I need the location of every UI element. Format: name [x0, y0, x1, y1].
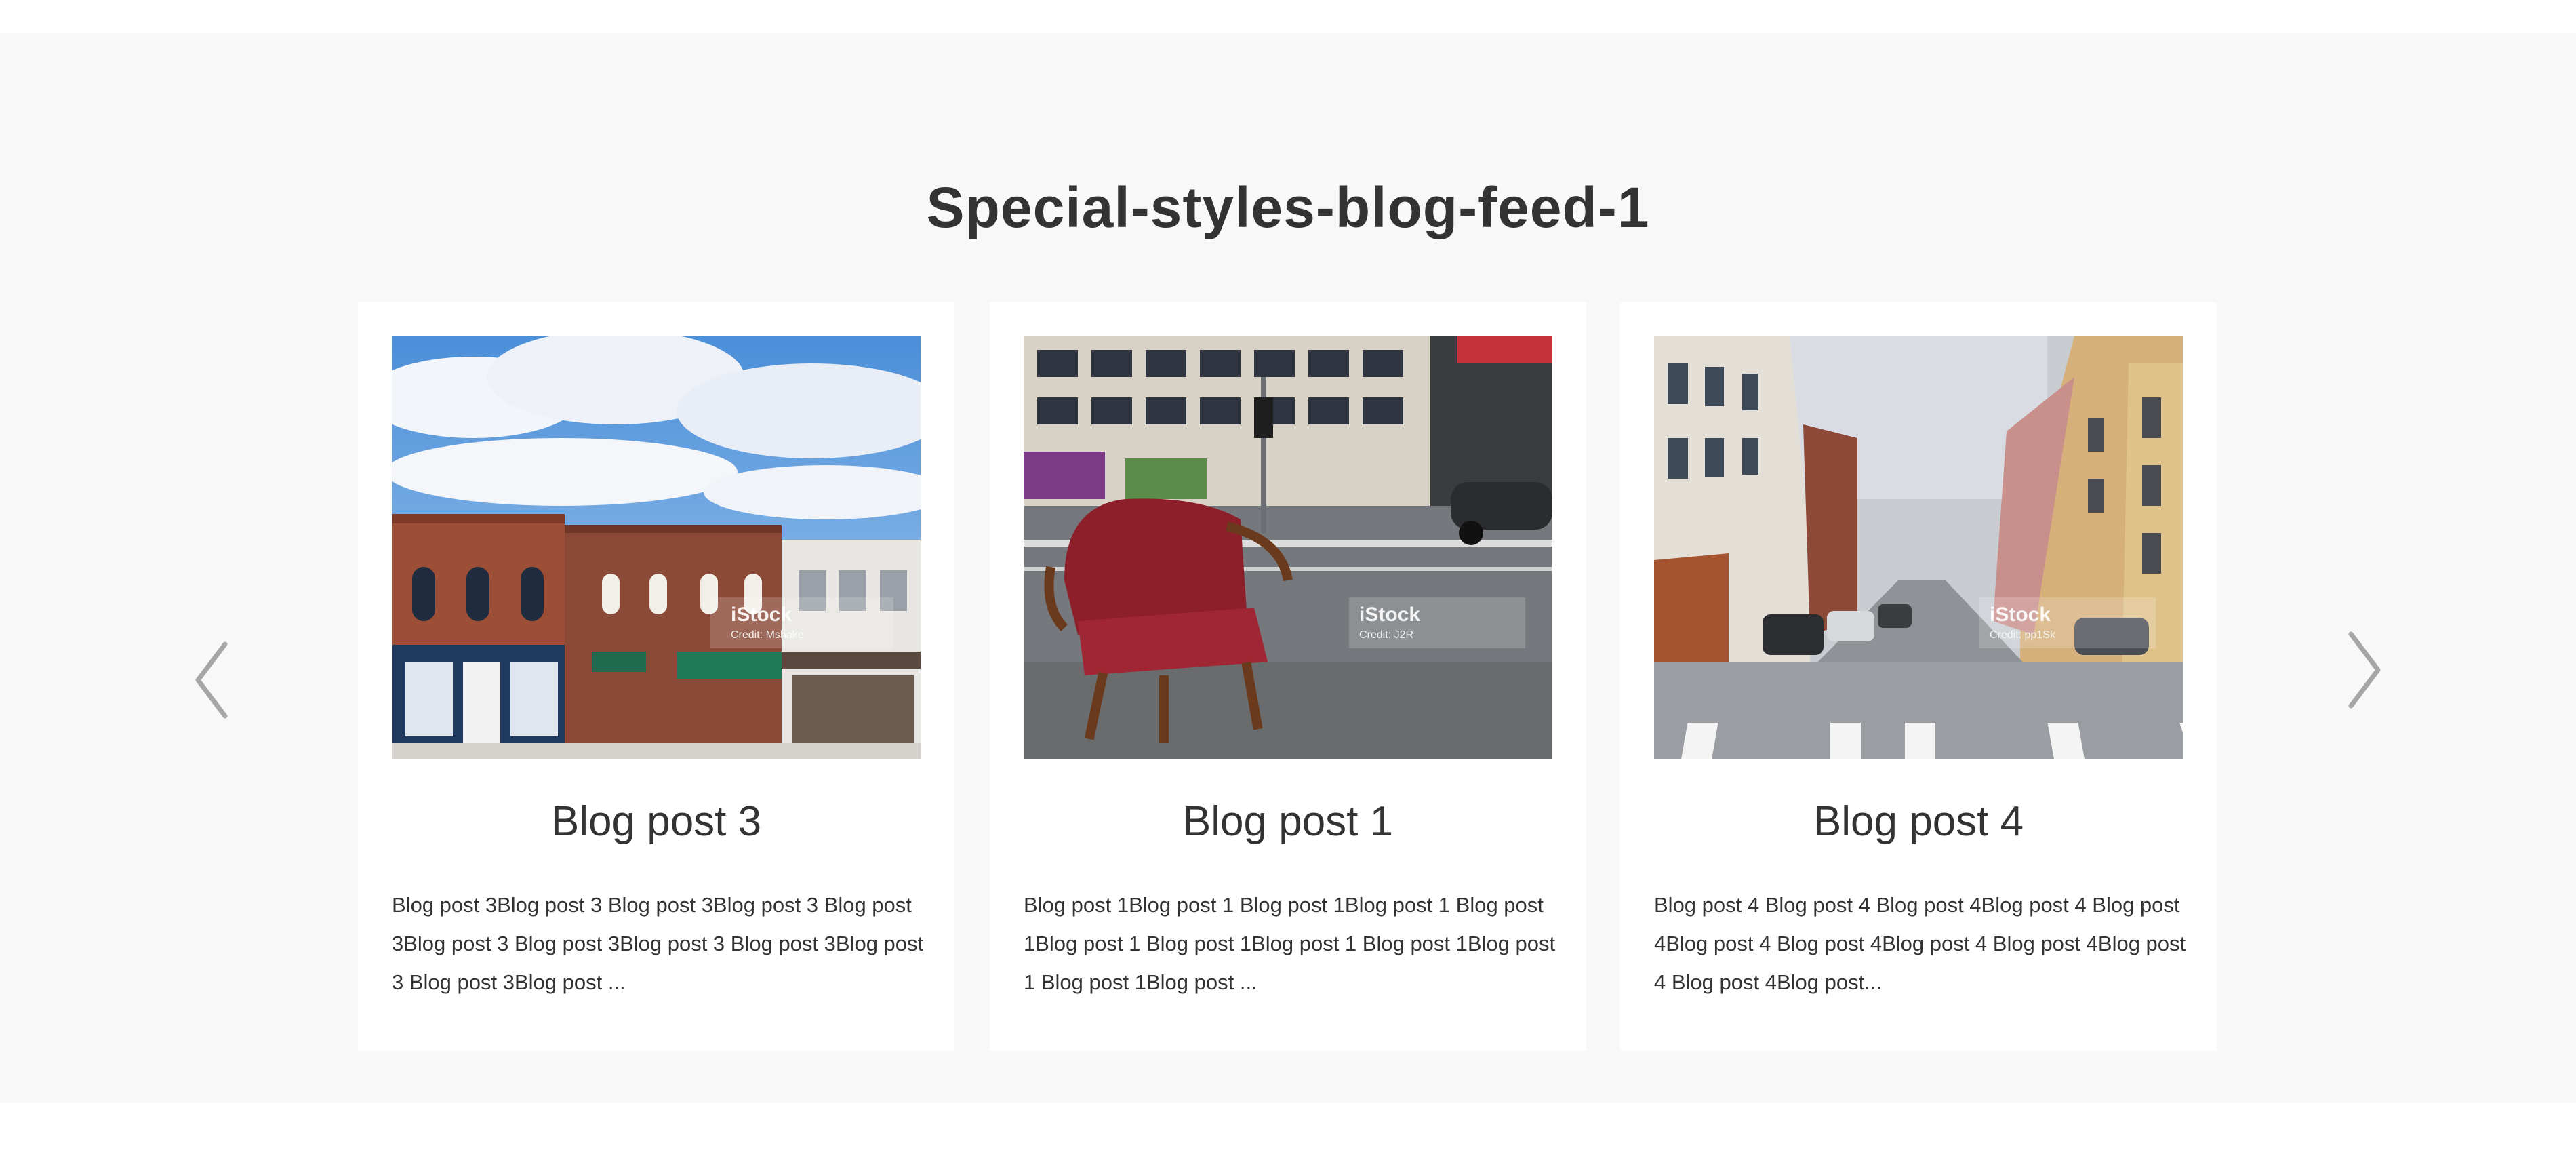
- carousel-prev-button[interactable]: [183, 636, 244, 724]
- chevron-left-icon: [195, 641, 228, 719]
- blog-card-image[interactable]: iStock Credit: J2R: [1024, 336, 1552, 759]
- istock-credit: Credit: Mshake: [731, 629, 804, 641]
- blog-card-title[interactable]: Blog post 3: [358, 797, 954, 846]
- istock-credit: Credit: J2R: [1359, 629, 1413, 641]
- istock-watermark: iStock: [731, 603, 792, 626]
- blog-card[interactable]: iStock Credit: Mshake Blog post 3 Blog p…: [358, 302, 954, 1051]
- istock-watermark: iStock: [1990, 603, 2051, 626]
- blog-feed-section: Special-styles-blog-feed-1 iStock Credit…: [0, 33, 2576, 1103]
- blog-card-title[interactable]: Blog post 4: [1620, 797, 2217, 846]
- istock-watermark: iStock: [1359, 603, 1420, 626]
- blog-card-image[interactable]: iStock Credit: Mshake: [392, 336, 921, 759]
- blog-card[interactable]: iStock Credit: J2R Blog post 1 Blog post…: [990, 302, 1586, 1051]
- blog-card-excerpt: Blog post 4 Blog post 4 Blog post 4Blog …: [1654, 893, 2186, 994]
- istock-credit: Credit: pp1Sk: [1990, 629, 2056, 641]
- blog-card-image[interactable]: iStock Credit: pp1Sk: [1654, 336, 2183, 759]
- blog-card-excerpt: Blog post 3Blog post 3 Blog post 3Blog p…: [392, 893, 924, 994]
- blog-card[interactable]: iStock Credit: pp1Sk Blog post 4 Blog po…: [1620, 302, 2217, 1051]
- blog-card-title[interactable]: Blog post 1: [990, 797, 1586, 846]
- carousel-next-button[interactable]: [2332, 626, 2393, 714]
- blog-card-excerpt: Blog post 1Blog post 1 Blog post 1Blog p…: [1024, 893, 1556, 994]
- section-title: Special-styles-blog-feed-1: [926, 176, 1650, 239]
- chevron-right-icon: [2348, 631, 2381, 709]
